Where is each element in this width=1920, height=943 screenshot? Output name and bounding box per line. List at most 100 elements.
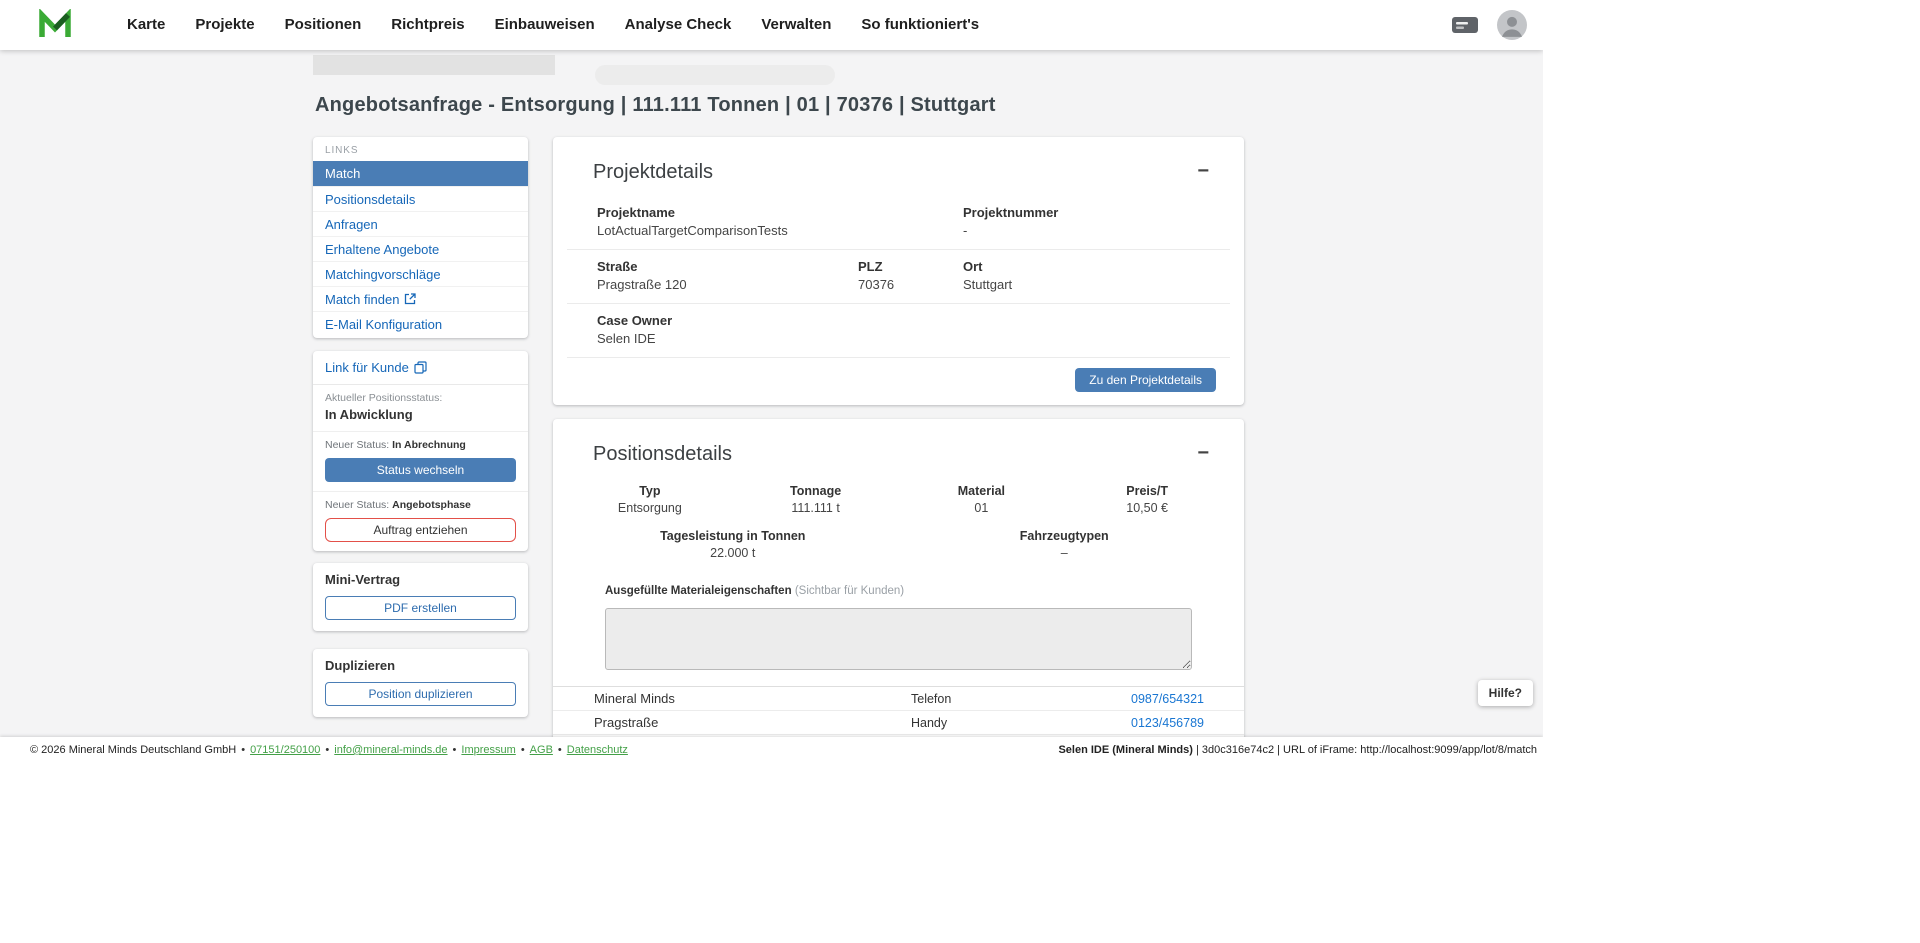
copy-icon	[414, 361, 427, 374]
field-value: Entsorgung	[567, 501, 733, 515]
contact-row-2: Pragstraße Handy 0123/456789	[553, 711, 1244, 735]
nav-so-funktionierts[interactable]: So funktioniert's	[846, 0, 994, 50]
nav-karte[interactable]: Karte	[112, 0, 180, 50]
project-details-title: Projektdetails	[593, 161, 713, 184]
sidebar-item-label: Anfragen	[325, 217, 378, 232]
duplicate-card: Duplizieren Position duplizieren	[313, 649, 528, 717]
collapse-icon[interactable]: −	[1192, 161, 1214, 181]
nav-positionen[interactable]: Positionen	[270, 0, 377, 50]
field-projektname: Projektname LotActualTargetComparisonTes…	[597, 205, 963, 238]
customer-link-label: Link für Kunde	[325, 360, 409, 375]
footer-impressum-link[interactable]: Impressum	[461, 744, 515, 756]
links-header: LINKS	[313, 137, 528, 161]
sidebar-item-anfragen[interactable]: Anfragen	[313, 211, 528, 236]
footer-datenschutz-link[interactable]: Datenschutz	[567, 744, 628, 756]
footer-email-link[interactable]: info@mineral-minds.de	[334, 744, 447, 756]
server-icon[interactable]	[1451, 14, 1479, 36]
sidebar-item-positionsdetails[interactable]: Positionsdetails	[313, 186, 528, 211]
mineral-minds-logo[interactable]	[38, 9, 72, 41]
field-label: Straße	[597, 259, 858, 274]
field-value: -	[963, 223, 1230, 238]
cutoff-skeleton-bar	[313, 55, 555, 75]
sidebar-item-label: Match finden	[325, 292, 399, 307]
links-card: LINKS Match Positionsdetails Anfragen Er…	[313, 137, 528, 338]
material-properties-textarea[interactable]	[605, 608, 1192, 670]
status-change-button[interactable]: Status wechseln	[325, 458, 516, 482]
current-status-value: In Abwicklung	[325, 407, 516, 422]
field-value: Stuttgart	[963, 277, 1230, 292]
person-icon	[1497, 10, 1527, 40]
field-value: 01	[899, 501, 1065, 515]
logo-m-icon	[38, 9, 72, 41]
nav-analyse-check[interactable]: Analyse Check	[610, 0, 747, 50]
position-details-header: Positionsdetails −	[553, 419, 1244, 472]
footer-left: © 2026 Mineral Minds Deutschland GmbH • …	[30, 744, 628, 756]
nav-einbauweisen[interactable]: Einbauweisen	[480, 0, 610, 50]
field-label: Tagesleistung in Tonnen	[567, 529, 899, 543]
cutoff-skeleton-pill	[595, 65, 835, 85]
position-fields: Typ Entsorgung Tonnage 111.111 t Materia…	[567, 484, 1230, 560]
duplicate-position-button[interactable]: Position duplizieren	[325, 682, 516, 706]
field-label: Fahrzeugtypen	[899, 529, 1231, 543]
field-strasse: Straße Pragstraße 120	[597, 259, 858, 292]
footer-copyright: © 2026 Mineral Minds Deutschland GmbH	[30, 744, 236, 756]
field-material: Material 01	[899, 484, 1065, 515]
footer-separator: •	[241, 744, 245, 756]
contact-row-1: Mineral Minds Telefon 0987/654321	[553, 687, 1244, 711]
field-plz: PLZ 70376	[858, 259, 963, 292]
field-tagesleistung: Tagesleistung in Tonnen 22.000 t	[567, 529, 899, 560]
to-project-details-button[interactable]: Zu den Projektdetails	[1075, 368, 1216, 392]
contact-telefon-link[interactable]: 0987/654321	[1131, 692, 1204, 706]
project-row-1: Projektname LotActualTargetComparisonTes…	[567, 196, 1230, 250]
field-label: PLZ	[858, 259, 963, 274]
main-menu: Karte Projekte Positionen Richtpreis Ein…	[112, 0, 994, 50]
mini-contract-card: Mini-Vertrag PDF erstellen	[313, 563, 528, 631]
position-row-2: Tagesleistung in Tonnen 22.000 t Fahrzeu…	[567, 529, 1230, 560]
footer-phone-link[interactable]: 07151/250100	[250, 744, 320, 756]
collapse-icon[interactable]: −	[1192, 443, 1214, 463]
sidebar-item-match[interactable]: Match	[313, 161, 528, 186]
next-status-line: Neuer Status: In Abrechnung	[325, 439, 516, 451]
nav-projekte[interactable]: Projekte	[180, 0, 269, 50]
nav-verwalten[interactable]: Verwalten	[746, 0, 846, 50]
contact-telefon-label: Telefon	[911, 692, 1061, 706]
field-value: Pragstraße 120	[597, 277, 858, 292]
position-details-title: Positionsdetails	[593, 443, 732, 466]
field-label: Material	[899, 484, 1065, 498]
create-pdf-button[interactable]: PDF erstellen	[325, 596, 516, 620]
sidebar-item-erhaltene-angebote[interactable]: Erhaltene Angebote	[313, 236, 528, 261]
external-link-icon	[404, 293, 416, 305]
next-status-prefix: Neuer Status:	[325, 439, 389, 451]
field-label: Preis/T	[1064, 484, 1230, 498]
field-projektnummer: Projektnummer -	[963, 205, 1230, 238]
app-frame: Karte Projekte Positionen Richtpreis Ein…	[0, 0, 1543, 763]
project-details-header: Projektdetails −	[553, 137, 1244, 190]
sidebar-item-match-finden[interactable]: Match finden	[313, 286, 528, 311]
user-avatar[interactable]	[1497, 10, 1527, 40]
next-status-line: Neuer Status: Angebotsphase	[325, 499, 516, 511]
nav-richtpreis[interactable]: Richtpreis	[376, 0, 479, 50]
footer-agb-link[interactable]: AGB	[530, 744, 553, 756]
withdraw-order-button[interactable]: Auftrag entziehen	[325, 518, 516, 542]
sidebar-item-email-konfiguration[interactable]: E-Mail Konfiguration	[313, 311, 528, 336]
next-status-prefix: Neuer Status:	[325, 499, 389, 511]
footer-separator: •	[558, 744, 562, 756]
contact-handy-label: Handy	[911, 716, 1061, 730]
field-value: –	[899, 546, 1231, 560]
customer-link[interactable]: Link für Kunde	[313, 351, 528, 385]
footer-session-info: Selen IDE (Mineral Minds) | 3d0c316e74c2…	[1058, 744, 1537, 756]
project-row-3: Case Owner Selen IDE	[567, 304, 1230, 358]
sidebar-item-matchingvorschlaege[interactable]: Matchingvorschläge	[313, 261, 528, 286]
field-typ: Typ Entsorgung	[567, 484, 733, 515]
help-button[interactable]: Hilfe?	[1478, 680, 1533, 706]
content-area: Angebotsanfrage - Entsorgung | 111.111 T…	[0, 50, 1543, 737]
field-preis: Preis/T 10,50 €	[1064, 484, 1230, 515]
contact-company: Mineral Minds	[594, 691, 911, 706]
field-case-owner: Case Owner Selen IDE	[597, 313, 963, 346]
duplicate-title: Duplizieren	[325, 658, 516, 673]
next-status-value: Angebotsphase	[392, 499, 471, 511]
field-label: Ort	[963, 259, 1230, 274]
contact-handy-link[interactable]: 0123/456789	[1131, 716, 1204, 730]
field-label: Tonnage	[733, 484, 899, 498]
footer-separator: •	[325, 744, 329, 756]
